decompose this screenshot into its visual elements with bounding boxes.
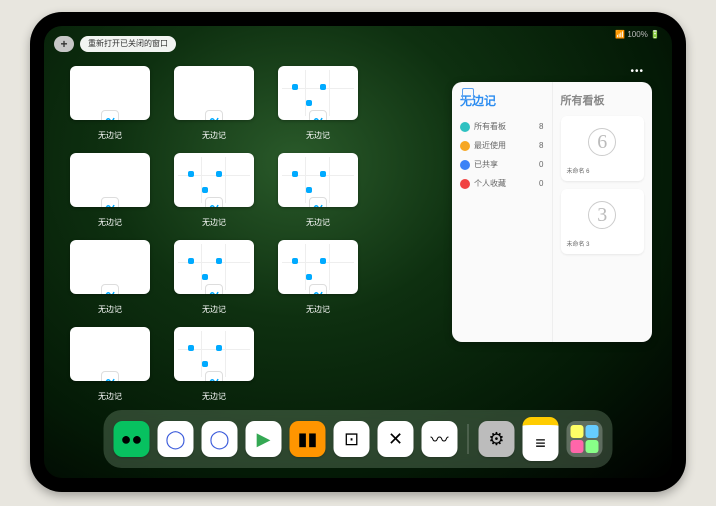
- thumbnail-preview: [278, 240, 358, 294]
- thumbnail-preview: [174, 66, 254, 120]
- freeform-app-icon: [101, 110, 119, 120]
- panel-list: 所有看板8最近使用8已共享0个人收藏0: [460, 117, 544, 193]
- panel-right: 所有看板 6未命名 6 3未命名 3: [552, 82, 653, 342]
- freeform-app-icon: [309, 284, 327, 294]
- thumbnail-preview: [70, 240, 150, 294]
- top-bar: + 重新打开已关闭的窗口: [54, 36, 176, 52]
- freeform-app-icon: [205, 197, 223, 207]
- window-label: 无边记: [202, 391, 226, 402]
- panel-menu-icon[interactable]: •••: [630, 66, 644, 77]
- panel-right-title: 所有看板: [561, 92, 645, 108]
- dock: ●●◯◯▶▮▮⊡✕〰⚙≡: [104, 410, 613, 468]
- window-thumbnail[interactable]: 无边记: [70, 66, 150, 141]
- window-label: 无边记: [306, 130, 330, 141]
- freeform-app-icon: [309, 197, 327, 207]
- window-label: 无边记: [306, 217, 330, 228]
- window-thumbnail[interactable]: 无边记: [70, 240, 150, 315]
- dock-app-play[interactable]: ▶: [246, 421, 282, 457]
- freeform-app-icon: [309, 110, 327, 120]
- window-label: 无边记: [202, 130, 226, 141]
- panel-row[interactable]: 最近使用8: [460, 136, 544, 155]
- thumbnail-preview: [174, 327, 254, 381]
- dock-app-app-x[interactable]: ✕: [378, 421, 414, 457]
- freeform-app-icon: [205, 284, 223, 294]
- thumbnail-preview: [174, 153, 254, 207]
- dock-app-quark[interactable]: ◯: [202, 421, 238, 457]
- panel-row[interactable]: 个人收藏0: [460, 174, 544, 193]
- dock-app-wechat[interactable]: ●●: [114, 421, 150, 457]
- window-thumbnail[interactable]: 无边记: [174, 66, 254, 141]
- dock-app-notes[interactable]: ≡: [523, 417, 559, 461]
- freeform-app-icon: [101, 284, 119, 294]
- dock-app-freeform[interactable]: 〰: [422, 421, 458, 457]
- window-thumbnail[interactable]: 无边记: [174, 327, 254, 402]
- panel-row[interactable]: 已共享0: [460, 155, 544, 174]
- window-thumbnail[interactable]: 无边记: [70, 153, 150, 228]
- window-label: 无边记: [98, 391, 122, 402]
- board-card[interactable]: 3未命名 3: [561, 189, 645, 254]
- freeform-app-icon: [205, 371, 223, 381]
- dock-separator: [468, 424, 469, 454]
- panel-left: 无边记 所有看板8最近使用8已共享0个人收藏0: [452, 82, 552, 342]
- tablet-frame: 📶 100% 🔋 + 重新打开已关闭的窗口 无边记无边记无边记无边记无边记无边记…: [30, 12, 686, 492]
- window-label: 无边记: [306, 304, 330, 315]
- status-bar: 📶 100% 🔋: [615, 30, 660, 39]
- window-thumbnail[interactable]: 无边记: [278, 66, 358, 141]
- freeform-panel[interactable]: 无边记 所有看板8最近使用8已共享0个人收藏0 所有看板 6未命名 6 3未命名 …: [452, 82, 652, 342]
- freeform-app-icon: [101, 371, 119, 381]
- thumbnail-preview: [70, 153, 150, 207]
- panel-cards: 6未命名 6 3未命名 3: [561, 116, 645, 254]
- window-thumbnail[interactable]: 无边记: [174, 153, 254, 228]
- panel-row[interactable]: 所有看板8: [460, 117, 544, 136]
- dock-app-settings[interactable]: ⚙: [479, 421, 515, 457]
- window-label: 无边记: [202, 304, 226, 315]
- window-thumbnail[interactable]: 无边记: [278, 240, 358, 315]
- dock-app-quark-hd[interactable]: ◯: [158, 421, 194, 457]
- window-switcher-grid: 无边记无边记无边记无边记无边记无边记无边记无边记无边记无边记无边记: [70, 66, 460, 402]
- thumbnail-preview: [278, 66, 358, 120]
- freeform-app-icon: [101, 197, 119, 207]
- window-label: 无边记: [202, 217, 226, 228]
- window-label: 无边记: [98, 304, 122, 315]
- window-thumbnail[interactable]: 无边记: [174, 240, 254, 315]
- thumbnail-preview: [174, 240, 254, 294]
- window-thumbnail[interactable]: 无边记: [70, 327, 150, 402]
- screen: 📶 100% 🔋 + 重新打开已关闭的窗口 无边记无边记无边记无边记无边记无边记…: [44, 26, 672, 478]
- thumbnail-preview: [70, 327, 150, 381]
- sidebar-icon[interactable]: [462, 88, 474, 100]
- thumbnail-preview: [278, 153, 358, 207]
- dock-app-books[interactable]: ▮▮: [290, 421, 326, 457]
- window-label: 无边记: [98, 130, 122, 141]
- new-window-button[interactable]: +: [54, 36, 74, 52]
- dock-folder[interactable]: [567, 421, 603, 457]
- thumbnail-preview: [70, 66, 150, 120]
- dock-app-dice[interactable]: ⊡: [334, 421, 370, 457]
- board-card[interactable]: 6未命名 6: [561, 116, 645, 181]
- window-label: 无边记: [98, 217, 122, 228]
- reopen-closed-pill[interactable]: 重新打开已关闭的窗口: [80, 36, 176, 52]
- window-thumbnail[interactable]: 无边记: [278, 153, 358, 228]
- freeform-app-icon: [205, 110, 223, 120]
